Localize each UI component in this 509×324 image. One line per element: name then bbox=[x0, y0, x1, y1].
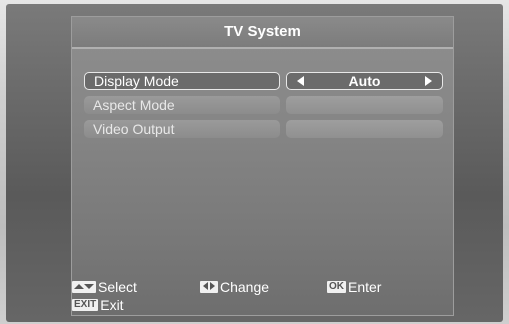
display-mode-selector[interactable]: Auto bbox=[286, 72, 443, 90]
dialog-title: TV System bbox=[72, 17, 453, 49]
hint-change: Change bbox=[200, 279, 269, 295]
hint-enter-label: Enter bbox=[348, 279, 382, 295]
ok-key-icon: OK bbox=[327, 281, 346, 293]
display-mode-value: Auto bbox=[348, 73, 381, 89]
hint-exit-label: Exit bbox=[100, 297, 124, 313]
exit-key-icon: EXIT bbox=[72, 299, 99, 311]
right-arrow-icon[interactable] bbox=[425, 76, 432, 86]
left-arrow-icon[interactable] bbox=[297, 76, 304, 86]
up-down-arrows-icon bbox=[72, 281, 96, 293]
aspect-mode-value bbox=[286, 96, 443, 114]
left-right-arrows-icon bbox=[200, 281, 218, 293]
hint-enter: OK Enter bbox=[327, 279, 381, 295]
hint-select: Select bbox=[72, 279, 137, 295]
menu-row-display-mode[interactable]: Display Mode Auto bbox=[84, 72, 444, 90]
menu-row-video-output[interactable]: Video Output bbox=[84, 120, 444, 138]
hint-select-label: Select bbox=[98, 279, 137, 295]
tv-system-dialog: TV System Display Mode Auto Aspect Mode … bbox=[71, 16, 454, 316]
menu-item-label[interactable]: Display Mode bbox=[84, 72, 280, 90]
tv-screen: TV System Display Mode Auto Aspect Mode … bbox=[6, 4, 503, 322]
video-output-value bbox=[286, 120, 443, 138]
hint-change-label: Change bbox=[220, 279, 270, 295]
hint-exit: EXIT Exit bbox=[72, 297, 124, 313]
menu-item-label[interactable]: Video Output bbox=[84, 120, 280, 138]
menu-item-label[interactable]: Aspect Mode bbox=[84, 96, 280, 114]
help-bar: Select Change OK Enter EXIT Exit bbox=[72, 279, 453, 315]
menu-row-aspect-mode[interactable]: Aspect Mode bbox=[84, 96, 444, 114]
